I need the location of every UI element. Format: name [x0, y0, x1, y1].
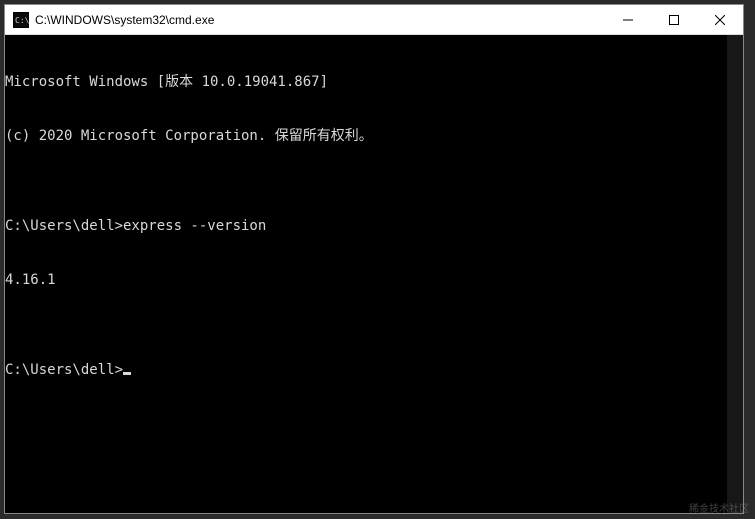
- titlebar[interactable]: C:\ C:\WINDOWS\system32\cmd.exe: [5, 5, 743, 35]
- cmd-window: C:\ C:\WINDOWS\system32\cmd.exe Microsof…: [4, 4, 744, 514]
- window-title: C:\WINDOWS\system32\cmd.exe: [35, 13, 605, 27]
- scrollbar[interactable]: [727, 35, 743, 513]
- terminal-prompt-line: C:\Users\dell>: [5, 361, 743, 379]
- watermark: 稀金技术社区: [689, 500, 749, 515]
- cursor: [123, 372, 131, 375]
- terminal-prompt: C:\Users\dell>: [5, 362, 123, 378]
- terminal-line: (c) 2020 Microsoft Corporation. 保留所有权利。: [5, 127, 743, 145]
- maximize-button[interactable]: [651, 5, 697, 34]
- window-controls: [605, 5, 743, 34]
- terminal-line: Microsoft Windows [版本 10.0.19041.867]: [5, 73, 743, 91]
- terminal-line: 4.16.1: [5, 271, 743, 289]
- terminal-area[interactable]: Microsoft Windows [版本 10.0.19041.867] (c…: [5, 35, 743, 513]
- minimize-button[interactable]: [605, 5, 651, 34]
- close-button[interactable]: [697, 5, 743, 34]
- cmd-icon: C:\: [13, 12, 29, 28]
- svg-text:C:\: C:\: [15, 16, 29, 25]
- terminal-line: C:\Users\dell>express --version: [5, 217, 743, 235]
